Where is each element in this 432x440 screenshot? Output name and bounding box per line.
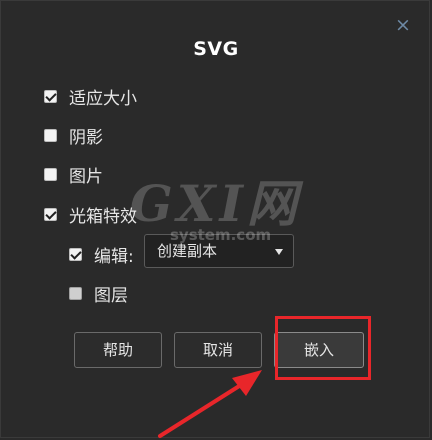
- checkbox-lightbox[interactable]: [44, 208, 57, 221]
- suboption-label-layer: 图层: [94, 286, 128, 306]
- watermark: GXI网 system.com: [130, 174, 301, 245]
- checkbox-fit-size[interactable]: [44, 90, 57, 103]
- suboption-edit[interactable]: 编辑:: [69, 242, 134, 267]
- checkbox-edit[interactable]: [69, 248, 82, 261]
- option-label-shadow: 阴影: [69, 128, 103, 148]
- edit-mode-select[interactable]: 创建副本: [144, 234, 294, 268]
- checkbox-shadow[interactable]: [44, 129, 57, 142]
- close-icon[interactable]: ×: [394, 15, 412, 35]
- suboption-label-edit: 编辑:: [94, 247, 134, 267]
- embed-button[interactable]: 嵌入: [274, 332, 364, 368]
- dialog-title: SVG: [193, 38, 239, 60]
- option-shadow[interactable]: 阴影: [44, 123, 103, 148]
- option-label-lightbox: 光箱特效: [69, 207, 137, 227]
- checkbox-image[interactable]: [44, 168, 57, 181]
- checkbox-layer[interactable]: [69, 287, 82, 300]
- option-image[interactable]: 图片: [44, 162, 103, 187]
- option-lightbox[interactable]: 光箱特效: [44, 202, 137, 227]
- option-label-fit-size: 适应大小: [69, 89, 137, 109]
- edit-mode-value: 创建副本: [157, 242, 218, 260]
- option-label-image: 图片: [69, 167, 103, 187]
- option-fit-size[interactable]: 适应大小: [44, 84, 137, 109]
- svg-dialog: × SVG 适应大小 阴影 图片 光箱特效 编辑: 创建副本 图层 帮助 取消 …: [0, 0, 432, 440]
- chevron-down-icon: [275, 249, 283, 255]
- watermark-logo: GXI网: [130, 174, 301, 233]
- cancel-button[interactable]: 取消: [174, 332, 262, 368]
- help-button[interactable]: 帮助: [74, 332, 162, 368]
- suboption-layer[interactable]: 图层: [69, 281, 128, 306]
